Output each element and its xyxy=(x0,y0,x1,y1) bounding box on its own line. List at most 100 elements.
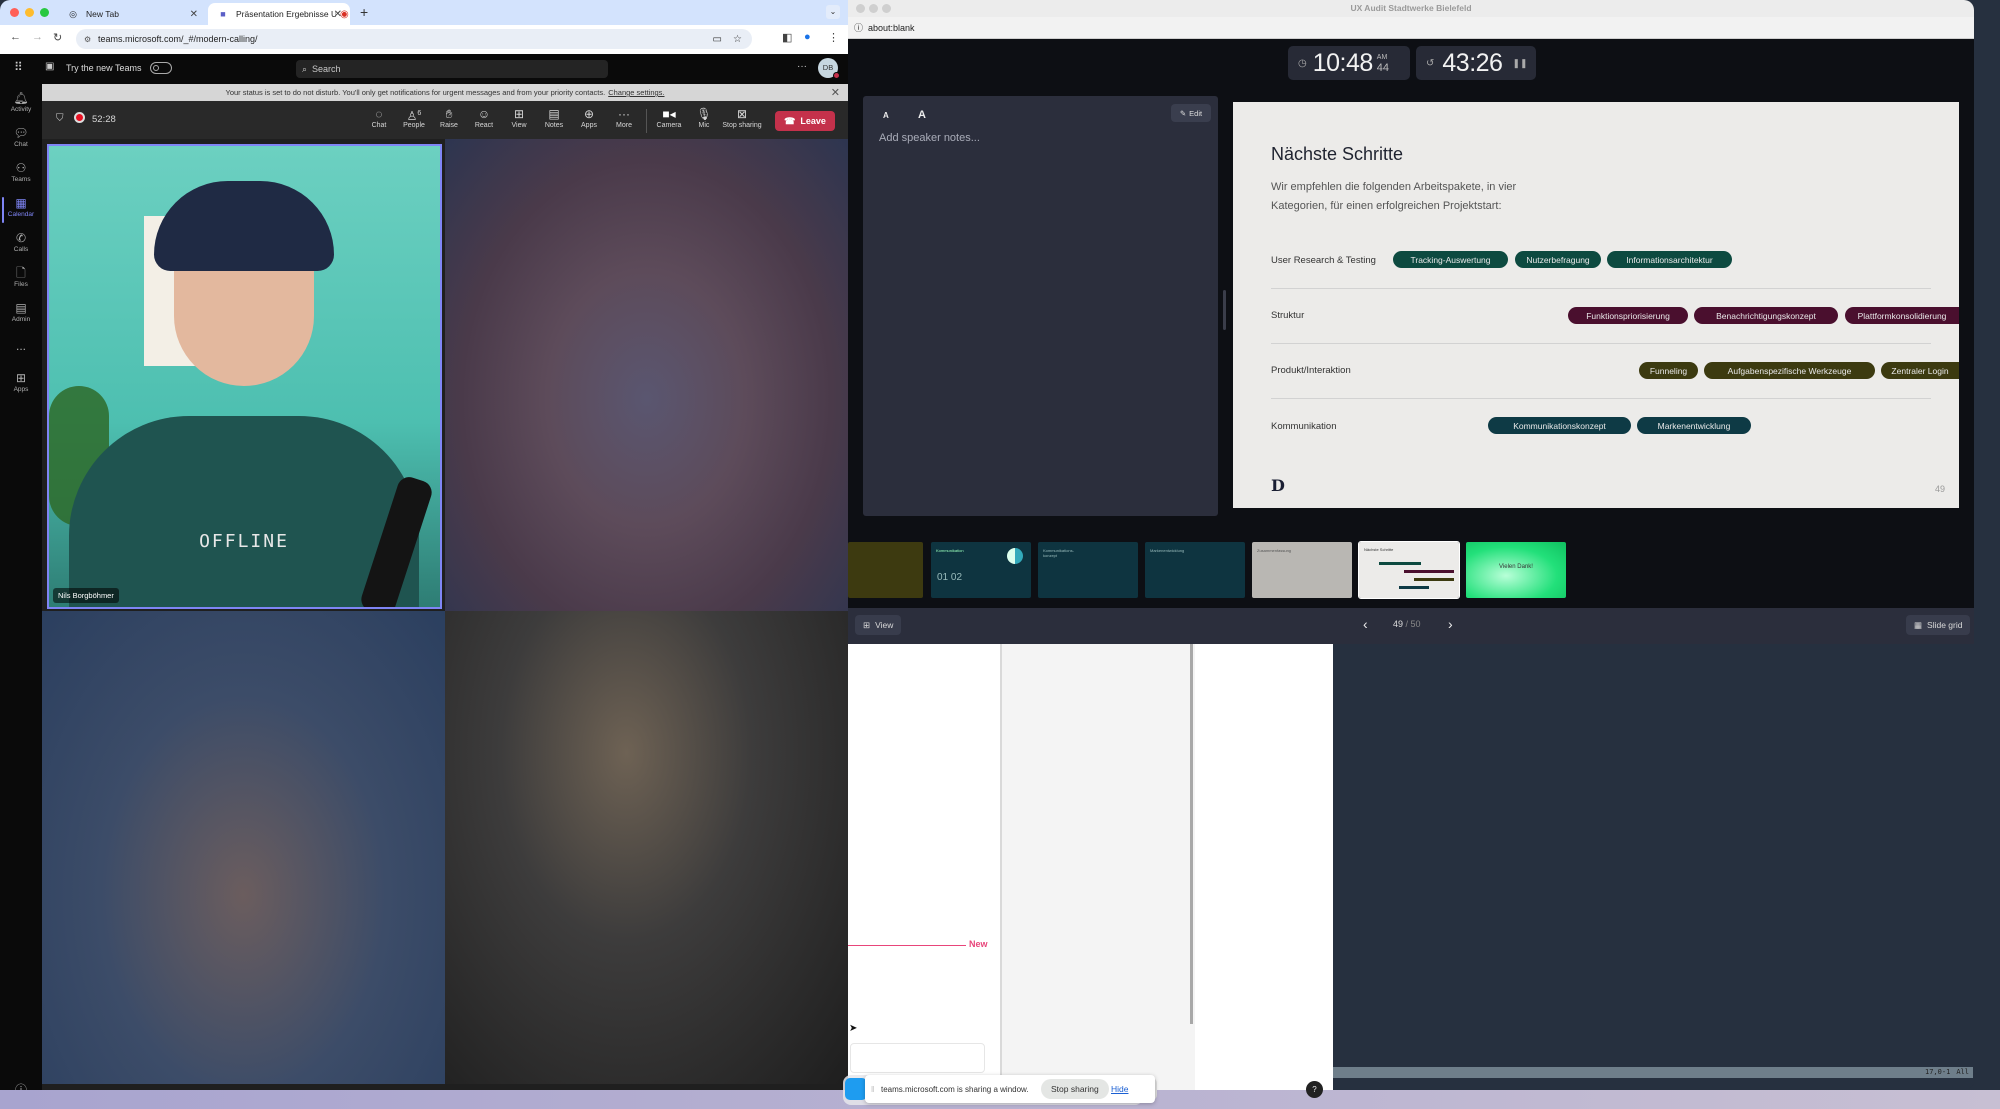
maximize-window-button[interactable] xyxy=(40,8,49,17)
grid-icon: ▦ xyxy=(1914,619,1923,630)
maximize-window-button[interactable] xyxy=(882,4,891,13)
leave-button[interactable]: ☎ Leave xyxy=(775,111,835,131)
slide-subtitle: Wir empfehlen die folgenden Arbeitspaket… xyxy=(1271,181,1517,212)
avatar[interactable]: DB xyxy=(818,58,840,79)
search-input[interactable]: ⌕ Search xyxy=(296,60,608,78)
view-button[interactable]: ⊞ View xyxy=(502,106,536,129)
close-tab-icon[interactable]: ✕ xyxy=(334,9,342,20)
smiley-icon: ☺ xyxy=(477,107,491,121)
profile-icon[interactable]: ● xyxy=(804,31,811,43)
drag-handle-icon[interactable]: ‖ xyxy=(871,1085,874,1094)
message-compose-box[interactable] xyxy=(850,1043,985,1073)
more-icon: ··· xyxy=(618,107,630,121)
background-scrollbar[interactable] xyxy=(1190,644,1193,1024)
row-divider xyxy=(1271,343,1931,344)
help-button[interactable]: ? xyxy=(1306,1081,1323,1098)
work-package-pill: Nutzerbefragung xyxy=(1515,251,1601,268)
edit-notes-button[interactable]: ✎ Edit xyxy=(1171,104,1211,122)
teams-logo-icon: ▣ xyxy=(45,61,55,72)
close-window-button[interactable] xyxy=(10,8,19,17)
slide-thumbnail[interactable] xyxy=(848,542,923,598)
slide-number: 49 xyxy=(1934,484,1945,494)
background-app-column xyxy=(1000,644,1195,1109)
popup-url-bar: ⓘ about:blank xyxy=(848,17,1974,39)
close-window-button[interactable] xyxy=(856,4,865,13)
close-tab-icon[interactable]: ✕ xyxy=(190,9,198,20)
url-field[interactable]: ⚙ teams.microsoft.com/_#/modern-calling/… xyxy=(76,29,752,49)
mouse-cursor: ➤ xyxy=(849,1023,858,1034)
finder-icon[interactable] xyxy=(845,1078,867,1100)
site-settings-icon[interactable]: ⚙ xyxy=(84,35,91,44)
tab-teams-meeting[interactable]: ■ Präsentation Ergebnisse U ◉ ✕ xyxy=(208,3,350,25)
rail-item-activity[interactable]: 🔔︎ Activity xyxy=(0,88,42,122)
react-button[interactable]: ☺ React xyxy=(467,106,501,129)
shield-icon[interactable]: ⛉ xyxy=(56,113,64,124)
side-panel-icon[interactable]: ◧ xyxy=(782,31,792,44)
try-new-teams-toggle[interactable] xyxy=(150,62,172,74)
rail-item-calendar[interactable]: ▦ Calendar xyxy=(0,193,42,227)
next-slide-button[interactable]: › xyxy=(1448,616,1453,632)
increase-font-button[interactable]: A xyxy=(918,109,926,121)
rail-item-more[interactable]: ... xyxy=(0,336,42,356)
raise-hand-button[interactable]: ✋︎ Raise xyxy=(432,106,466,129)
reset-timer-icon[interactable]: ↺ xyxy=(1426,58,1434,69)
back-icon[interactable]: ← xyxy=(10,31,21,43)
stop-sharing-button[interactable]: Stop sharing xyxy=(1041,1079,1109,1099)
minimize-window-button[interactable] xyxy=(869,4,878,13)
bookmark-star-icon[interactable]: ☆ xyxy=(733,34,742,45)
info-icon[interactable]: ⓘ xyxy=(854,21,863,34)
slide-thumbnail[interactable]: Kommunikation 01 02 xyxy=(931,542,1031,598)
presenter-controls: ⊞ View ‹ 49 / 50 › ▦ Slide grid xyxy=(848,608,1974,644)
slide-thumbnail[interactable]: Kommunikations-konzept xyxy=(1038,542,1138,598)
chrome-menu-icon[interactable]: ⋮ xyxy=(828,31,839,44)
slide-thumbnail[interactable]: Vielen Dank! xyxy=(1466,542,1566,598)
video-tile[interactable] xyxy=(445,139,848,611)
camera-in-use-icon[interactable]: ▭ xyxy=(713,34,722,45)
new-tab-button[interactable]: + xyxy=(360,4,368,20)
slide-thumbnail[interactable]: Markenentwicklung xyxy=(1145,542,1245,598)
notes-button[interactable]: ▤ Notes xyxy=(537,106,571,129)
dnd-status-icon xyxy=(833,72,840,79)
work-package-pill: Markenentwicklung xyxy=(1637,417,1751,434)
tab-new-tab[interactable]: ◎ New Tab ✕ xyxy=(58,3,206,25)
minimize-window-button[interactable] xyxy=(25,8,34,17)
camera-button[interactable]: ■◂ Camera xyxy=(652,106,686,129)
tab-search-chevron-icon[interactable]: ⌄ xyxy=(826,5,840,19)
clock-icon: ◷ xyxy=(1298,57,1307,69)
more-options-icon[interactable]: ··· xyxy=(797,61,807,72)
teams-icon: ■ xyxy=(220,9,226,19)
close-banner-icon[interactable]: ✕ xyxy=(831,86,840,99)
forward-icon[interactable]: → xyxy=(32,31,43,43)
video-tile[interactable] xyxy=(42,611,445,1084)
rail-item-files[interactable]: 🗋 Files xyxy=(0,263,42,297)
reload-icon[interactable]: ↻ xyxy=(53,31,62,44)
speaker-notes-field[interactable]: Add speaker notes... xyxy=(879,132,980,144)
chat-button[interactable]: ◌ Chat xyxy=(362,106,396,129)
more-button[interactable]: ··· More xyxy=(607,106,641,129)
change-settings-link[interactable]: Change settings. xyxy=(608,88,664,97)
stop-sharing-button[interactable]: ⊠ Stop sharing xyxy=(716,106,768,129)
decrease-font-button[interactable]: A xyxy=(883,111,889,120)
rail-item-admin[interactable]: ▤ Admin xyxy=(0,298,42,332)
try-new-teams-label: Try the new Teams xyxy=(66,63,142,73)
teams-icon: ⚇ xyxy=(15,161,27,175)
app-launcher-icon[interactable]: ⠿ xyxy=(14,60,23,74)
previous-slide-button[interactable]: ‹ xyxy=(1363,616,1368,632)
pause-timer-icon[interactable]: ❚❚ xyxy=(1512,58,1527,69)
video-tile-active-speaker[interactable]: OFFLINE Nils Borgböhmer xyxy=(47,144,442,609)
slide-thumbnail[interactable]: Zusammenfassung xyxy=(1252,542,1352,598)
video-tile[interactable] xyxy=(445,611,848,1084)
rail-item-calls[interactable]: ✆ Calls xyxy=(0,228,42,262)
slide-grid-button[interactable]: ▦ Slide grid xyxy=(1906,615,1971,635)
hide-share-bar-link[interactable]: Hide xyxy=(1111,1084,1128,1094)
slide-thumbnail-current[interactable]: Nächste Schritte xyxy=(1358,541,1460,599)
work-package-pill: Funktionspriorisierung xyxy=(1568,307,1688,324)
rail-item-teams[interactable]: ⚇ Teams xyxy=(0,158,42,192)
slide-thumbnail-strip: Kommunikation 01 02 Kommunikations-konze… xyxy=(848,540,1974,604)
apps-button[interactable]: ⊕ Apps xyxy=(572,106,606,129)
rail-item-apps[interactable]: ⊞ Apps xyxy=(0,368,42,402)
view-button[interactable]: ⊞ View xyxy=(855,615,902,635)
people-button[interactable]: ♙6 People xyxy=(397,106,431,129)
panel-resize-handle[interactable] xyxy=(1223,290,1226,330)
rail-item-chat[interactable]: 💬︎ Chat xyxy=(0,123,42,157)
